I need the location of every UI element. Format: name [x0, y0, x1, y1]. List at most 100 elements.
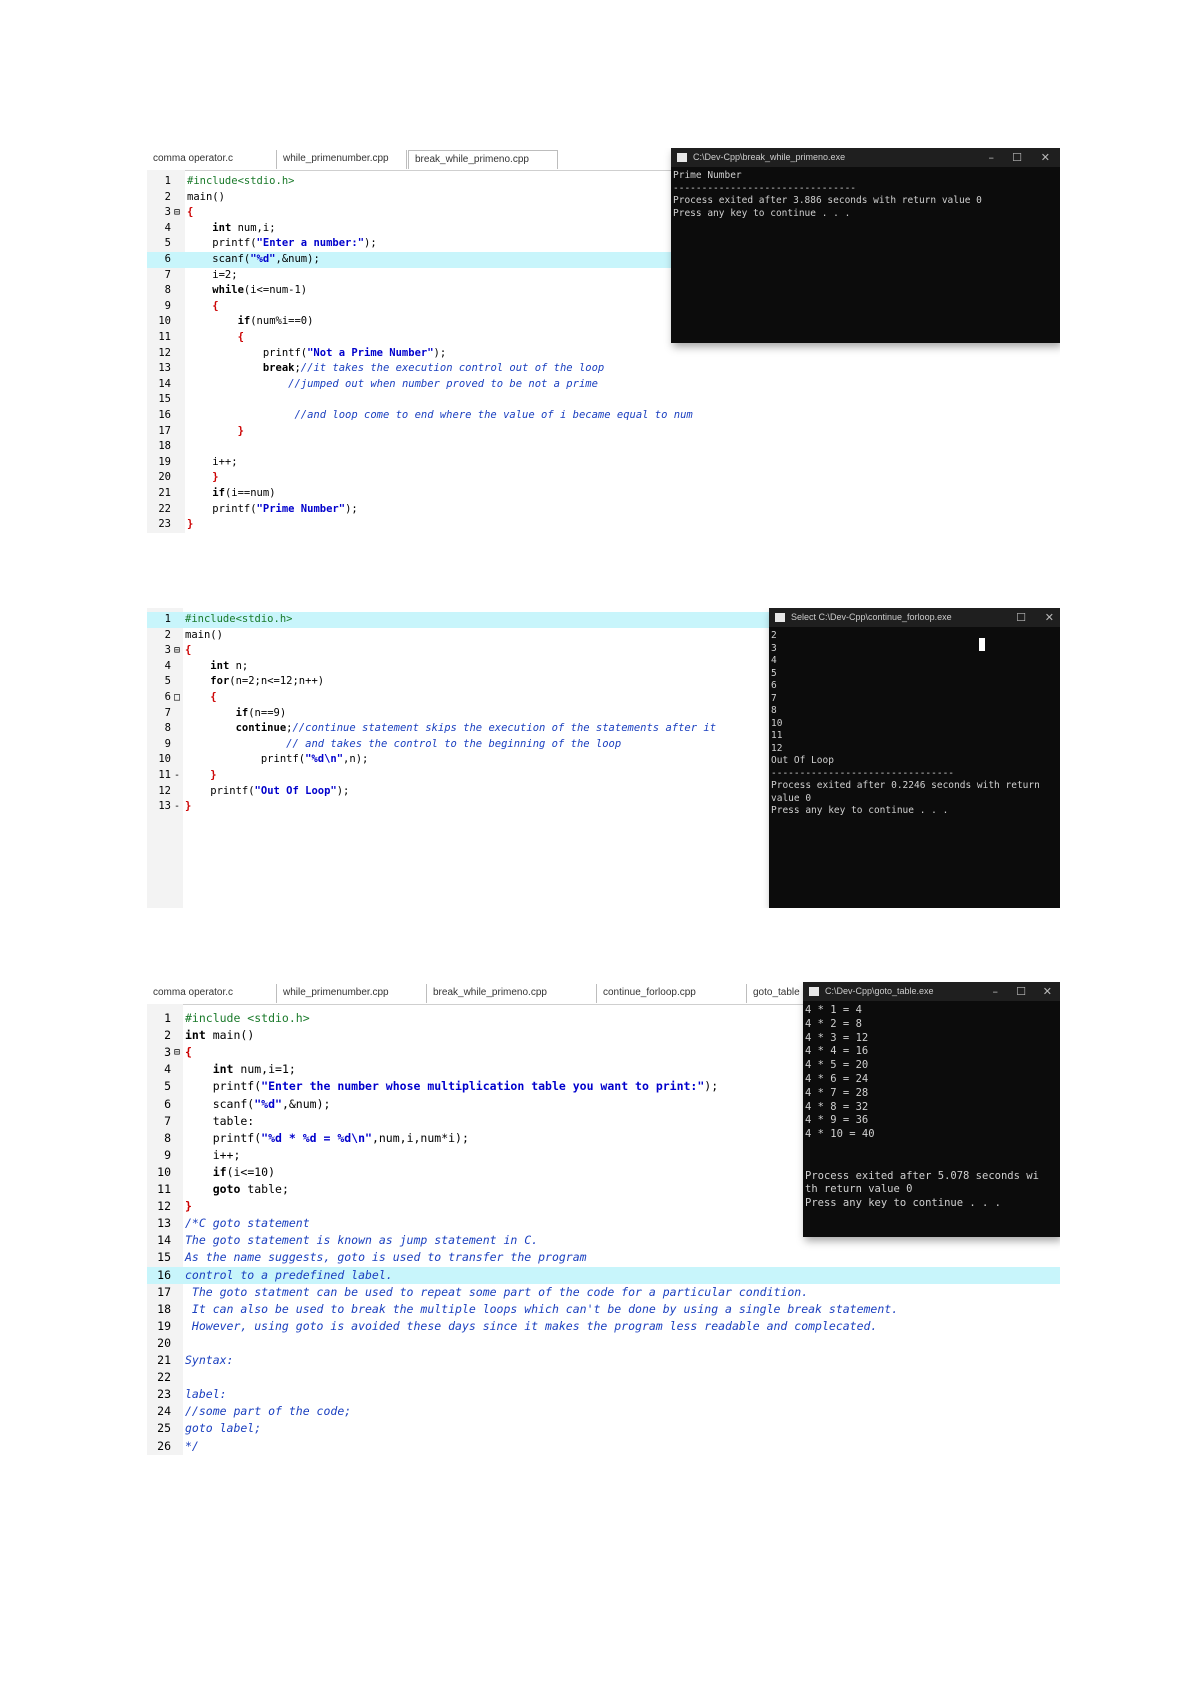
code-text: {: [187, 299, 218, 315]
code-token: (num%i==0): [250, 315, 314, 328]
line-number: 10: [158, 753, 171, 766]
code-line[interactable]: 23 label:: [147, 1386, 1060, 1403]
code-text: if(i<=10): [185, 1164, 275, 1181]
code-line[interactable]: 20 }: [147, 470, 1060, 486]
code-text: goto table;: [185, 1181, 289, 1198]
code-line[interactable]: 15: [147, 392, 1060, 408]
code-line[interactable]: 25 goto label;: [147, 1420, 1060, 1437]
maximize-icon[interactable]: ☐: [1012, 151, 1022, 164]
line-number: 15: [158, 393, 171, 406]
code-line[interactable]: 17 }: [147, 424, 1060, 440]
tab-break-while-primeno[interactable]: break_while_primeno.cpp: [408, 150, 558, 169]
code-token: (i<=10): [226, 1164, 276, 1179]
fold-toggle-icon[interactable]: -: [174, 768, 183, 784]
code-line[interactable]: 16 control to a predefined label.: [147, 1266, 1060, 1284]
code-text: }: [187, 424, 244, 440]
line-number: 13: [157, 1216, 171, 1231]
line-number: 5: [164, 1079, 171, 1094]
code-line[interactable]: 20: [147, 1335, 1060, 1352]
console-app-icon: [809, 987, 819, 996]
code-token: table;: [240, 1182, 289, 1196]
line-number: 4: [164, 1062, 171, 1077]
code-token: main(): [185, 628, 223, 641]
line-number: 10: [157, 1164, 171, 1179]
code-token: goto: [212, 1182, 241, 1196]
maximize-icon[interactable]: ☐: [1016, 985, 1026, 998]
code-text: */: [185, 1438, 199, 1455]
fold-toggle-icon[interactable]: ⊟: [174, 205, 183, 221]
code-text: {: [185, 1044, 192, 1061]
code-token: for: [210, 675, 230, 688]
code-token: );: [336, 784, 350, 797]
code-token: continue: [235, 722, 287, 735]
tab-while-primenumber[interactable]: while_primenumber.cpp: [277, 984, 427, 1003]
console-window-2[interactable]: Select C:\Dev-Cpp\continue_forloop.exe ☐…: [769, 608, 1060, 908]
code-line[interactable]: 15 As the name suggests, goto is used to …: [147, 1249, 1060, 1266]
line-number: 19: [158, 455, 171, 468]
code-text: However, using goto is avoided these day…: [185, 1318, 877, 1335]
console-window-3[interactable]: C:\Dev-Cpp\goto_table.exe – ☐ ✕ 4 * 1 = …: [803, 982, 1060, 1237]
fold-toggle-icon[interactable]: ⊟: [174, 1044, 183, 1061]
console-titlebar[interactable]: Select C:\Dev-Cpp\continue_forloop.exe ☐…: [769, 608, 1060, 627]
tab-break-while-primeno[interactable]: break_while_primeno.cpp: [427, 984, 597, 1003]
fold-toggle-icon[interactable]: -: [174, 799, 183, 815]
close-icon[interactable]: ✕: [1043, 985, 1052, 998]
code-token: ,&num);: [275, 253, 320, 265]
console-titlebar[interactable]: C:\Dev-Cpp\break_while_primeno.exe – ☐ ✕: [671, 148, 1060, 167]
code-token: if: [212, 487, 225, 499]
code-token: if: [235, 706, 249, 719]
code-line[interactable]: 22: [147, 1369, 1060, 1386]
line-number: 9: [164, 737, 171, 750]
code-text: //and loop come to end where the value o…: [187, 408, 692, 424]
line-number: 11: [158, 331, 171, 343]
code-text: if(i==num): [187, 486, 275, 502]
code-line[interactable]: 12 printf("Not a Prime Number");: [147, 346, 1060, 362]
minimize-icon[interactable]: –: [993, 985, 999, 998]
code-line[interactable]: 13 break;//it takes the execution contro…: [147, 361, 1060, 377]
code-line[interactable]: 21 Syntax:: [147, 1352, 1060, 1369]
code-line[interactable]: 18 It can also be used to break the mult…: [147, 1301, 1060, 1318]
code-token: int: [210, 659, 230, 672]
console-output: 2 3 4 5 6 7 8 10 11 12 Out Of Loop -----…: [771, 630, 1040, 816]
code-token: "Not a Prime Number": [307, 346, 434, 359]
code-line[interactable]: 16 //and loop come to end where the valu…: [147, 408, 1060, 424]
fold-toggle-icon[interactable]: ⊟: [174, 643, 183, 659]
tab-continue-forloop[interactable]: continue_forloop.cpp: [597, 984, 747, 1003]
tab-comma-operator[interactable]: comma operator.c: [147, 150, 277, 169]
code-line[interactable]: 19 However, using goto is avoided these …: [147, 1318, 1060, 1335]
line-number: 12: [158, 346, 171, 359]
close-icon[interactable]: ✕: [1041, 151, 1050, 164]
code-line[interactable]: 22 printf("Prime Number");: [147, 502, 1060, 518]
console-window-1[interactable]: C:\Dev-Cpp\break_while_primeno.exe – ☐ ✕…: [671, 148, 1060, 343]
code-line[interactable]: 19 i++;: [147, 455, 1060, 471]
code-line[interactable]: 14 //jumped out when number proved to be…: [147, 377, 1060, 393]
tab-while-primenumber[interactable]: while_primenumber.cpp: [277, 150, 407, 169]
tab-comma-operator[interactable]: comma operator.c: [147, 984, 277, 1003]
console-title: C:\Dev-Cpp\goto_table.exe: [825, 986, 934, 996]
code-text: /*C goto statement: [185, 1215, 310, 1232]
code-line[interactable]: 21 if(i==num): [147, 486, 1060, 502]
code-token: n;: [229, 659, 249, 672]
minimize-icon[interactable]: –: [989, 151, 995, 164]
console-titlebar[interactable]: C:\Dev-Cpp\goto_table.exe – ☐ ✕: [803, 982, 1060, 1001]
line-number: 14: [158, 377, 171, 390]
code-token: num,i=1;: [233, 1062, 296, 1077]
code-line[interactable]: 17 The goto statment can be used to repe…: [147, 1284, 1060, 1301]
line-number: 2: [164, 190, 171, 203]
tab-goto-table[interactable]: goto_table: [747, 984, 807, 1003]
maximize-icon[interactable]: ☐: [1016, 611, 1026, 624]
fold-toggle-icon[interactable]: □: [174, 690, 183, 706]
code-line[interactable]: 24 //some part of the code;: [147, 1403, 1060, 1420]
code-line[interactable]: 18: [147, 439, 1060, 455]
code-token: {: [237, 331, 244, 343]
code-token: Syntax:: [185, 1353, 234, 1367]
code-line[interactable]: 26 */: [147, 1438, 1060, 1455]
close-icon[interactable]: ✕: [1045, 611, 1054, 624]
code-line[interactable]: 23}: [147, 517, 1060, 533]
code-token: As the name suggests, goto is used to tr…: [185, 1250, 587, 1265]
